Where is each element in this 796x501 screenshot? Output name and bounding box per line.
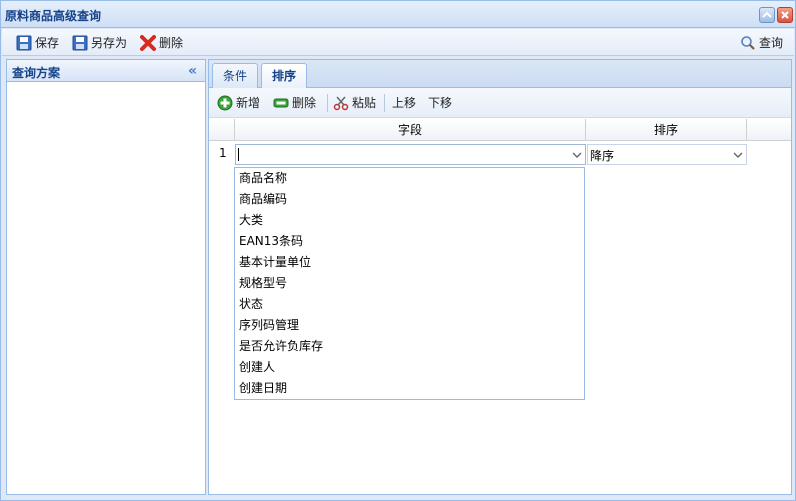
query-button[interactable]: 查询 xyxy=(740,33,783,52)
list-item[interactable]: 创建日期 xyxy=(239,378,287,399)
minimize-button[interactable] xyxy=(759,7,775,23)
order-combo[interactable]: 降序 xyxy=(587,144,747,165)
remove-button[interactable]: 删除 xyxy=(273,93,316,112)
query-window: 原料商品高级查询 保存 另存为 删除 查询 查询方案 « 条件 排序 新增 删除… xyxy=(0,0,796,501)
list-item[interactable]: 基本计量单位 xyxy=(239,252,311,273)
column-header-order[interactable]: 排序 xyxy=(586,119,747,141)
title-bar: 原料商品高级查询 xyxy=(1,1,795,28)
list-item[interactable]: 序列码管理 xyxy=(239,315,299,336)
add-label: 新增 xyxy=(236,96,261,110)
list-item[interactable]: 商品编码 xyxy=(239,189,287,210)
minus-icon xyxy=(273,98,289,107)
grid-header: 字段 排序 xyxy=(209,119,791,141)
move-up-button[interactable]: 上移 xyxy=(392,93,416,112)
double-chevron-left-icon[interactable]: « xyxy=(188,63,197,79)
query-scheme-header: 查询方案 « xyxy=(7,60,205,82)
window-title: 原料商品高级查询 xyxy=(5,9,102,23)
tab-conditions[interactable]: 条件 xyxy=(212,63,259,88)
tab-strip: 条件 排序 xyxy=(209,60,791,89)
list-item[interactable]: 商品名称 xyxy=(239,168,287,189)
toolbar-separator xyxy=(384,94,385,112)
move-down-label: 下移 xyxy=(428,96,453,110)
delete-button[interactable]: 删除 xyxy=(140,33,183,52)
move-down-button[interactable]: 下移 xyxy=(428,93,452,112)
list-item[interactable]: 规格型号 xyxy=(239,273,287,294)
query-scheme-title: 查询方案 xyxy=(12,66,61,80)
floppy-disk-icon xyxy=(72,35,88,50)
paste-button[interactable]: 粘贴 xyxy=(333,93,376,112)
chevron-down-icon[interactable] xyxy=(729,145,746,164)
main-toolbar: 保存 另存为 删除 查询 xyxy=(2,29,794,56)
add-button[interactable]: 新增 xyxy=(217,93,260,112)
query-label: 查询 xyxy=(759,36,784,50)
save-button[interactable]: 保存 xyxy=(16,33,59,52)
row-number: 1 xyxy=(219,146,227,160)
floppy-disk-icon xyxy=(16,35,32,50)
scissors-icon xyxy=(333,96,349,110)
chevron-down-icon[interactable] xyxy=(568,145,585,164)
red-x-icon xyxy=(140,34,156,51)
column-header-field[interactable]: 字段 xyxy=(235,119,586,141)
query-scheme-panel: 查询方案 « xyxy=(6,59,206,495)
plus-icon xyxy=(217,95,233,110)
magnifier-icon xyxy=(741,35,755,50)
field-combo[interactable] xyxy=(235,144,586,165)
save-as-label: 另存为 xyxy=(91,36,128,50)
tab-sort[interactable]: 排序 xyxy=(261,63,308,89)
list-item[interactable]: 是否允许负库存 xyxy=(239,336,323,357)
row-number-header xyxy=(209,119,235,141)
remove-label: 删除 xyxy=(292,96,317,110)
table-row: 1 降序 xyxy=(209,142,791,166)
order-value: 降序 xyxy=(590,149,615,163)
list-item[interactable]: EAN13条码 xyxy=(239,231,303,252)
toolbar-separator xyxy=(327,94,328,112)
list-item[interactable]: 创建人 xyxy=(239,357,275,378)
sort-toolbar: 新增 删除 粘贴 上移 下移 xyxy=(209,88,791,118)
paste-label: 粘贴 xyxy=(352,96,377,110)
chevron-up-icon xyxy=(762,11,772,18)
text-caret xyxy=(238,148,239,161)
close-icon xyxy=(781,11,789,19)
close-button[interactable] xyxy=(777,7,793,23)
delete-label: 删除 xyxy=(159,36,184,50)
field-dropdown-list: 商品名称 商品编码 大类 EAN13条码 基本计量单位 规格型号 状态 序列码管… xyxy=(234,167,585,400)
list-item[interactable]: 状态 xyxy=(239,294,263,315)
move-up-label: 上移 xyxy=(392,96,417,110)
list-item[interactable]: 大类 xyxy=(239,210,263,231)
save-label: 保存 xyxy=(35,36,60,50)
save-as-button[interactable]: 另存为 xyxy=(72,33,127,52)
